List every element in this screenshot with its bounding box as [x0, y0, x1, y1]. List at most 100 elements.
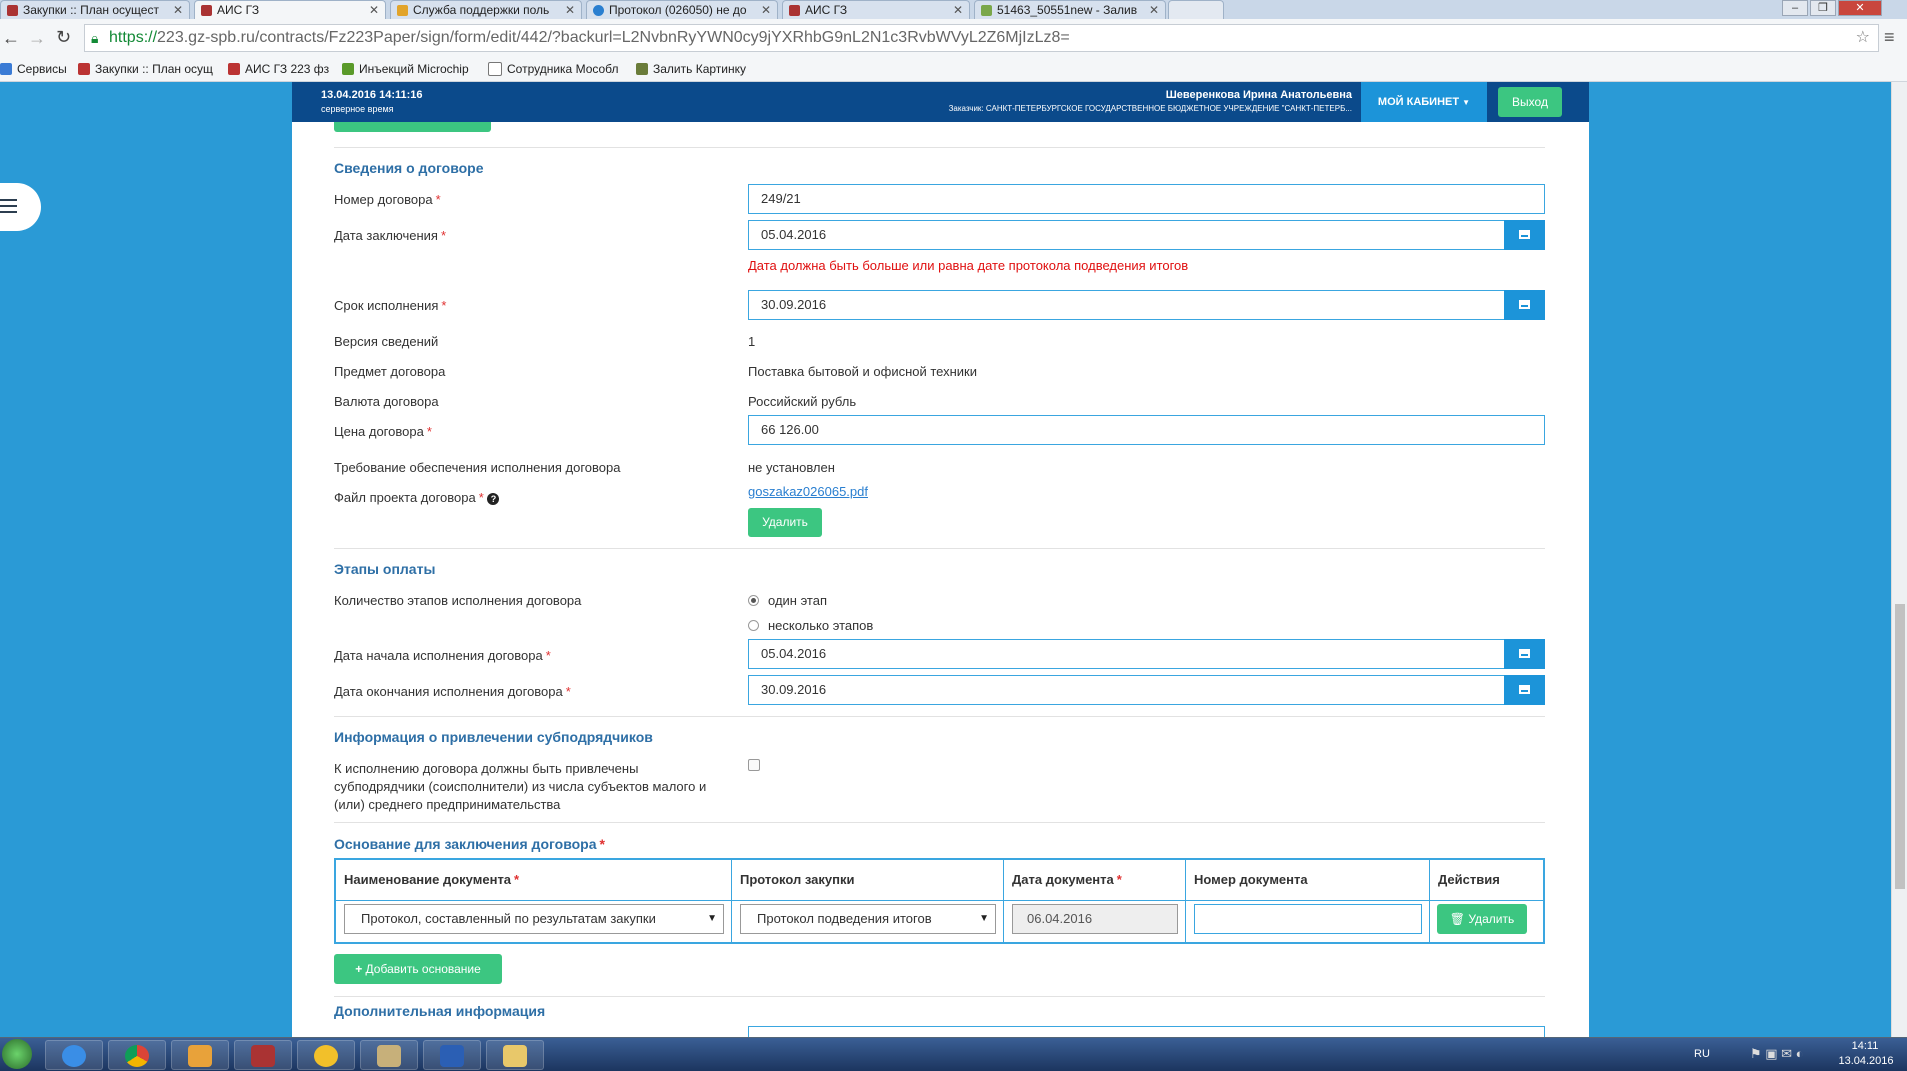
column-header: Протокол закупки — [732, 860, 1004, 900]
document-name-select[interactable]: Протокол, составленный по результатам за… — [344, 904, 724, 934]
taskbar-paint[interactable] — [486, 1040, 544, 1070]
partial-button[interactable] — [334, 122, 491, 132]
media-player-icon — [188, 1045, 212, 1067]
help-icon[interactable]: ? — [487, 493, 500, 505]
protocol-select[interactable]: Протокол подведения итогов ▼ — [740, 904, 996, 934]
calendar-button[interactable] — [1504, 675, 1545, 705]
app-header: 13.04.2016 14:11:16 серверное время Шеве… — [292, 82, 1589, 122]
price-input[interactable]: 66 126.00 — [748, 415, 1545, 445]
divider — [334, 716, 1545, 717]
end-date-input[interactable]: 30.09.2016 — [748, 675, 1505, 705]
bookmark-item[interactable]: Залить Картинку — [636, 62, 746, 76]
subcontractors-text-line1: К исполнению договора должны быть привле… — [334, 761, 639, 776]
browser-tab[interactable]: 51463_50551new - Залив ✕ — [974, 0, 1166, 19]
close-icon[interactable]: ✕ — [1149, 3, 1159, 17]
date-error-message: Дата должна быть больше или равна дате п… — [748, 258, 1189, 273]
bookmark-item[interactable]: Закупки :: План осущ — [78, 62, 213, 76]
column-header: Действия — [1438, 872, 1500, 887]
my-cabinet-button[interactable]: МОЙ КАБИНЕТ ▼ — [1361, 82, 1487, 122]
scrollbar-thumb[interactable] — [1895, 604, 1905, 889]
close-icon[interactable]: ✕ — [369, 3, 379, 17]
taskbar-word[interactable] — [423, 1040, 481, 1070]
delete-file-button[interactable]: Удалить — [748, 508, 822, 537]
document-number-input[interactable] — [1194, 904, 1422, 934]
server-datetime: 13.04.2016 14:11:16 — [321, 89, 423, 101]
term-date-input[interactable]: 30.09.2016 — [748, 290, 1505, 320]
app-icon — [251, 1045, 275, 1067]
browser-tab[interactable]: Протокол (026050) не до ✕ — [586, 0, 778, 19]
taskbar-ie[interactable] — [45, 1040, 103, 1070]
bookmark-star-icon[interactable]: ☆ — [1856, 25, 1870, 51]
bookmarks-bar: Сервисы Закупки :: План осущ АИС ГЗ 223 … — [0, 59, 1907, 82]
additional-info-input[interactable] — [748, 1026, 1545, 1037]
clock-date[interactable]: 13.04.2016 — [1838, 1055, 1894, 1067]
subject-label: Предмет договора — [334, 364, 446, 379]
page-scrollbar[interactable] — [1891, 82, 1907, 1037]
window-close-icon[interactable]: ✕ — [1838, 0, 1882, 16]
calendar-button[interactable] — [1504, 220, 1545, 250]
taskbar-app[interactable] — [234, 1040, 292, 1070]
document-date-field: 06.04.2016 — [1012, 904, 1178, 934]
tray-icons[interactable]: ⚑ ▣ ✉ ◐ — [1750, 1046, 1804, 1062]
start-date-input[interactable]: 05.04.2016 — [748, 639, 1505, 669]
lock-icon: 🔒︎ — [91, 30, 99, 46]
close-icon[interactable]: ✕ — [953, 3, 963, 17]
clock-time[interactable]: 14:11 — [1842, 1040, 1888, 1052]
calendar-button[interactable] — [1504, 639, 1545, 669]
taskbar-media[interactable] — [171, 1040, 229, 1070]
close-icon[interactable]: ✕ — [565, 3, 575, 17]
new-tab-button[interactable] — [1168, 0, 1224, 19]
close-icon[interactable]: ✕ — [173, 3, 183, 17]
forward-icon[interactable]: → — [28, 28, 46, 49]
browser-tab[interactable]: Закупки :: План осущест ✕ — [0, 0, 190, 19]
section-title-contract: Сведения о договоре — [334, 160, 484, 176]
tab-favicon-icon — [7, 4, 18, 16]
reload-icon[interactable]: ↻ — [56, 27, 71, 48]
subcontractors-checkbox[interactable] — [748, 759, 760, 771]
maximize-icon[interactable]: ❐ — [1810, 0, 1836, 16]
required-mark: * — [478, 490, 484, 505]
bookmark-item[interactable]: Инъекций Microchip — [342, 62, 469, 76]
required-mark: * — [441, 298, 447, 313]
security-value: не установлен — [748, 460, 835, 475]
contract-file-link[interactable]: goszakaz026065.pdf — [748, 484, 868, 499]
minimize-icon[interactable]: – — [1782, 0, 1808, 16]
address-bar[interactable]: 🔒︎ https://223.gz-spb.ru/contracts/Fz223… — [84, 24, 1879, 52]
bookmark-item[interactable]: Сервисы — [0, 62, 67, 76]
page-icon — [488, 62, 502, 76]
contract-number-input[interactable]: 249/21 — [748, 184, 1545, 214]
radio-one-stage[interactable] — [748, 595, 759, 606]
paint-icon — [503, 1045, 527, 1067]
bookmark-item[interactable]: АИС ГЗ 223 фз — [228, 62, 329, 76]
bookmark-item[interactable]: Сотрудника Мособл — [488, 62, 619, 76]
language-indicator[interactable]: RU — [1694, 1048, 1710, 1060]
basis-table: Наименование документа * Протокол закупки… — [334, 858, 1545, 944]
taskbar-tools[interactable] — [360, 1040, 418, 1070]
subcontractors-text-line3: (или) среднего предпринимательства — [334, 797, 561, 812]
radio-many-stages-label: несколько этапов — [768, 618, 874, 633]
browser-tab[interactable]: Служба поддержки поль ✕ — [390, 0, 582, 19]
browser-menu-icon[interactable]: ≡ — [1884, 27, 1895, 48]
taskbar-chrome[interactable] — [108, 1040, 166, 1070]
calendar-button[interactable] — [1504, 290, 1545, 320]
bookmark-favicon-icon — [228, 63, 240, 75]
ie-icon — [62, 1045, 86, 1067]
file-label: Файл проекта договора * ? — [334, 490, 500, 505]
browser-tab-active[interactable]: АИС ГЗ ✕ — [194, 0, 386, 19]
radio-many-stages[interactable] — [748, 620, 759, 631]
delete-row-button[interactable]: 🗑︎ Удалить — [1437, 904, 1527, 934]
start-button[interactable] — [2, 1039, 32, 1069]
caret-down-icon: ▼ — [1462, 98, 1471, 107]
close-icon[interactable]: ✕ — [761, 3, 771, 17]
browser-tab[interactable]: АИС ГЗ ✕ — [782, 0, 970, 19]
conclusion-date-input[interactable]: 05.04.2016 — [748, 220, 1505, 250]
exit-button[interactable]: Выход — [1498, 87, 1562, 117]
bookmark-favicon-icon — [636, 63, 648, 75]
start-date-label: Дата начала исполнения договора * — [334, 648, 551, 663]
chrome-icon — [125, 1045, 149, 1067]
server-time-note: серверное время — [321, 104, 394, 114]
add-basis-button[interactable]: + Добавить основание — [334, 954, 502, 984]
back-icon[interactable]: ← — [2, 28, 20, 49]
taskbar-1c[interactable] — [297, 1040, 355, 1070]
tab-favicon-icon — [201, 4, 212, 16]
